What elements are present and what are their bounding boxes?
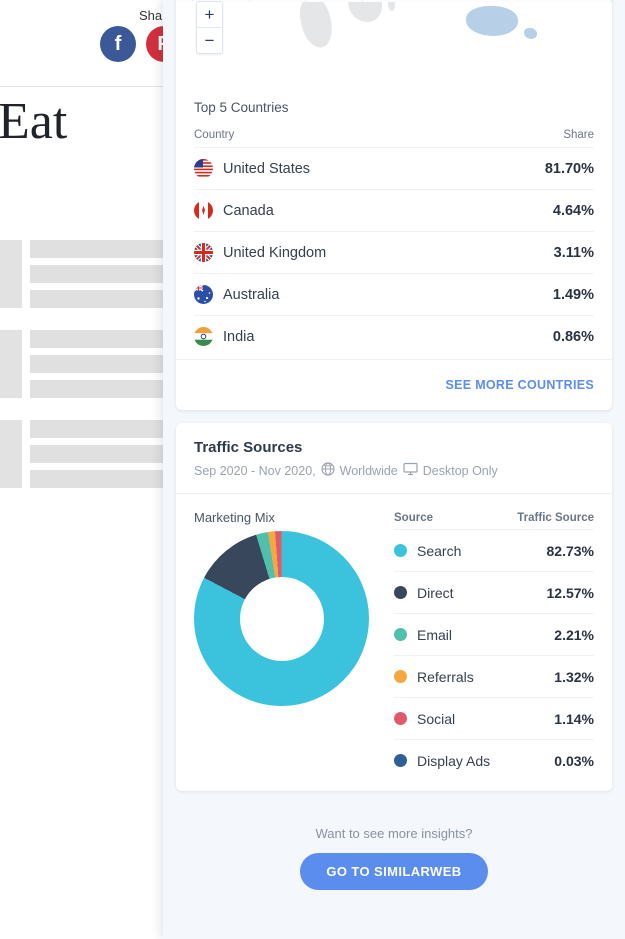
article-heading: Eat bbox=[0, 93, 68, 150]
desktop-icon bbox=[403, 462, 418, 479]
cta-text: Want to see more insights? bbox=[315, 826, 473, 841]
go-to-similarweb-button[interactable]: GO TO SIMILARWEB bbox=[300, 853, 488, 890]
list-item[interactable]: Display Ads 0.03% bbox=[394, 739, 594, 781]
list-item[interactable]: Search 82.73% bbox=[394, 529, 594, 571]
legend-dot-social bbox=[394, 712, 407, 725]
skeleton-lines bbox=[30, 330, 170, 405]
col-source-label: Source bbox=[394, 512, 433, 524]
traffic-sources-header: Traffic Sources Sep 2020 - Nov 2020, Wor… bbox=[176, 423, 612, 494]
table-row[interactable]: United Kingdom 3.11% bbox=[194, 231, 594, 273]
ca-flag-icon bbox=[194, 201, 213, 220]
skeleton-line bbox=[30, 420, 170, 438]
marketing-mix-label: Marketing Mix bbox=[194, 510, 275, 525]
landmass-australia bbox=[466, 6, 518, 36]
au-flag-icon bbox=[194, 285, 213, 304]
source-value: 2.21% bbox=[554, 626, 594, 643]
source-value: 1.14% bbox=[554, 710, 594, 727]
top-countries-section: Top 5 Countries Country Share United Sta… bbox=[176, 80, 612, 357]
mix-table-header: Source Traffic Source bbox=[394, 512, 594, 529]
country-name: United States bbox=[223, 160, 311, 177]
landmass-new-zealand bbox=[524, 28, 537, 39]
country-share: 81.70% bbox=[544, 160, 594, 177]
skeleton-lines bbox=[30, 240, 170, 315]
traffic-sources-title: Traffic Sources bbox=[194, 439, 303, 456]
source-name: Social bbox=[417, 710, 456, 727]
country-share: 3.11% bbox=[553, 244, 594, 261]
marketing-mix-legend: Source Traffic Source Search 82.73% Dire… bbox=[394, 510, 594, 781]
traffic-sources-meta: Sep 2020 - Nov 2020, Worldwide Desktop O… bbox=[194, 462, 594, 479]
skeleton-thumbnail bbox=[0, 240, 22, 308]
device-label: Desktop Only bbox=[422, 463, 498, 478]
top-countries-title: Top 5 Countries bbox=[194, 100, 289, 115]
table-row[interactable]: United States 81.70% bbox=[194, 147, 594, 189]
source-value: 12.57% bbox=[546, 584, 594, 601]
source-value: 0.03% bbox=[554, 752, 594, 769]
facebook-share-icon[interactable]: f bbox=[100, 26, 136, 62]
col-share-label: Share bbox=[563, 129, 594, 141]
country-map-card: + − Top 5 Countries Country Share United… bbox=[176, 0, 612, 410]
table-row[interactable]: Canada 4.64% bbox=[194, 189, 594, 231]
source-value: 82.73% bbox=[546, 542, 594, 559]
marketing-mix-chart-area: Marketing Mix bbox=[194, 510, 394, 781]
source-name: Referrals bbox=[417, 668, 474, 685]
world-map[interactable] bbox=[176, 2, 612, 80]
marketing-mix-donut-chart bbox=[194, 531, 369, 706]
skeleton-line bbox=[30, 265, 170, 283]
table-row[interactable]: India 0.86% bbox=[194, 315, 594, 357]
skeleton-line bbox=[30, 240, 170, 258]
marketing-mix-section: Marketing Mix Source Traffic Source Sear… bbox=[176, 494, 612, 791]
us-flag-icon bbox=[194, 159, 213, 178]
countries-table-header: Country Share bbox=[194, 129, 594, 147]
skeleton-line bbox=[30, 355, 170, 373]
see-more-countries-row[interactable]: SEE MORE COUNTRIES bbox=[176, 359, 612, 410]
source-value: 1.32% bbox=[554, 668, 594, 685]
source-name: Direct bbox=[417, 584, 454, 601]
skeleton-lines bbox=[30, 420, 170, 495]
map-zoom-in-button[interactable]: + bbox=[197, 2, 222, 28]
traffic-sources-card: Traffic Sources Sep 2020 - Nov 2020, Wor… bbox=[176, 423, 612, 791]
country-name: India bbox=[223, 328, 255, 345]
skeleton-thumbnail bbox=[0, 420, 22, 488]
list-item[interactable]: Referrals 1.32% bbox=[394, 655, 594, 697]
country-name: United Kingdom bbox=[223, 244, 327, 261]
country-share: 1.49% bbox=[552, 286, 594, 303]
uk-flag-icon bbox=[194, 243, 213, 262]
col-country-label: Country bbox=[194, 129, 235, 141]
landmass-south-america bbox=[297, 2, 335, 50]
globe-icon bbox=[321, 462, 335, 479]
legend-dot-search bbox=[394, 544, 407, 557]
skeleton-line bbox=[30, 380, 170, 398]
source-name: Display Ads bbox=[417, 752, 491, 769]
skeleton-thumbnail bbox=[0, 330, 22, 398]
landmass-madagascar bbox=[388, 2, 395, 11]
date-range-label: Sep 2020 - Nov 2020, bbox=[194, 463, 316, 478]
country-share: 4.64% bbox=[552, 202, 594, 219]
skeleton-line bbox=[30, 445, 170, 463]
col-traffic-source-label: Traffic Source bbox=[517, 512, 594, 524]
table-row[interactable]: Australia 1.49% bbox=[194, 273, 594, 315]
similarweb-panel: + − Top 5 Countries Country Share United… bbox=[163, 0, 625, 939]
legend-dot-email bbox=[394, 628, 407, 641]
cta-section: Want to see more insights? GO TO SIMILAR… bbox=[163, 804, 625, 916]
in-flag-icon bbox=[194, 327, 213, 346]
skeleton-line bbox=[30, 470, 170, 488]
skeleton-line bbox=[30, 330, 170, 348]
list-item[interactable]: Direct 12.57% bbox=[394, 571, 594, 613]
source-name: Search bbox=[417, 542, 462, 559]
landmass-africa bbox=[348, 2, 382, 22]
see-more-countries-link[interactable]: SEE MORE COUNTRIES bbox=[446, 378, 594, 392]
country-name: Australia bbox=[223, 286, 280, 303]
legend-dot-direct bbox=[394, 586, 407, 599]
map-zoom-out-button[interactable]: − bbox=[197, 28, 222, 53]
source-name: Email bbox=[417, 626, 453, 643]
map-zoom-controls[interactable]: + − bbox=[196, 1, 223, 54]
legend-dot-display-ads bbox=[394, 754, 407, 767]
country-share: 0.86% bbox=[552, 328, 594, 345]
scope-label: Worldwide bbox=[339, 463, 398, 478]
legend-dot-referrals bbox=[394, 670, 407, 683]
list-item[interactable]: Email 2.21% bbox=[394, 613, 594, 655]
country-name: Canada bbox=[223, 202, 274, 219]
list-item[interactable]: Social 1.14% bbox=[394, 697, 594, 739]
skeleton-line bbox=[30, 290, 170, 308]
